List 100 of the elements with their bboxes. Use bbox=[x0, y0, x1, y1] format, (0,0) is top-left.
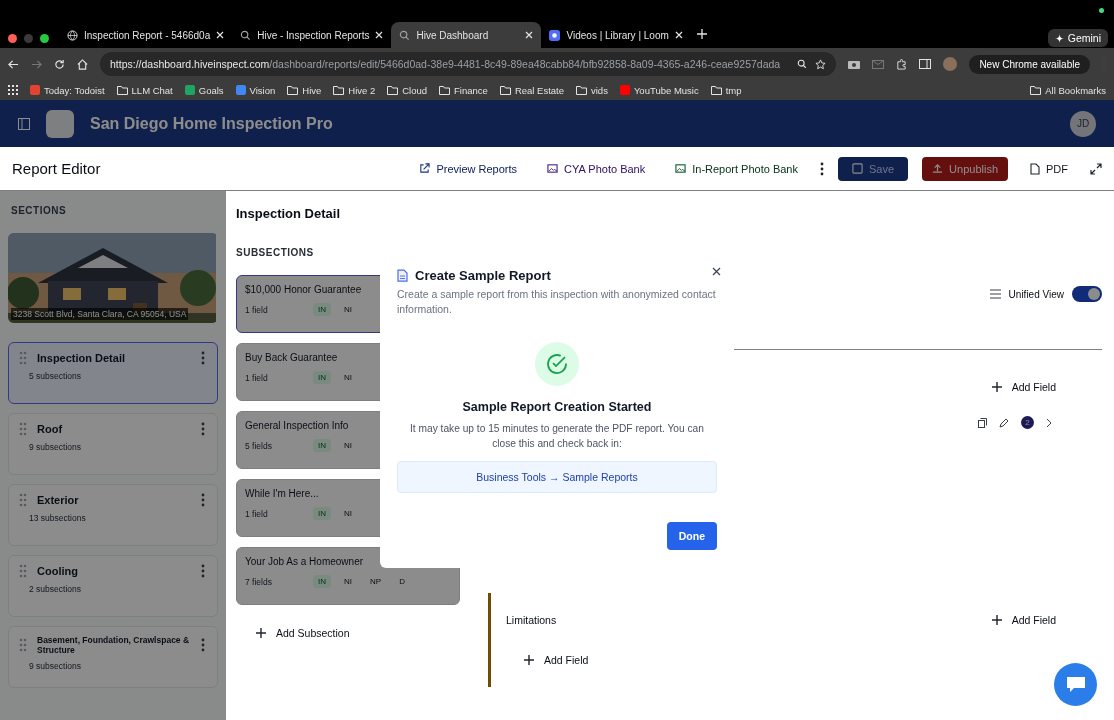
section-card[interactable]: Basement, Foundation, Crawlspace & Structure 9 subsections bbox=[8, 626, 218, 688]
rating-option[interactable]: NI bbox=[339, 371, 357, 384]
add-field-button[interactable]: Add Field bbox=[518, 653, 595, 667]
rating-option[interactable]: IN bbox=[313, 575, 331, 588]
copy-icon[interactable] bbox=[978, 417, 987, 428]
section-card[interactable]: Roof 9 subsections bbox=[8, 413, 218, 475]
home-icon[interactable] bbox=[77, 58, 88, 70]
drag-handle-icon[interactable] bbox=[19, 564, 27, 578]
rating-option[interactable]: IN bbox=[313, 371, 331, 384]
window-close-button[interactable] bbox=[8, 33, 17, 43]
view-toggle[interactable] bbox=[1072, 286, 1102, 302]
plus-icon bbox=[256, 628, 266, 638]
add-field-button[interactable]: Add Field bbox=[985, 380, 1062, 394]
rating-option[interactable]: NI bbox=[339, 507, 357, 520]
bookmark[interactable]: Cloud bbox=[387, 84, 428, 96]
rating-option[interactable]: IN bbox=[313, 303, 331, 316]
logo-icon bbox=[46, 109, 74, 138]
bookmark[interactable]: tmp bbox=[710, 84, 742, 96]
browser-tab[interactable]: Inspection Report - 5466d0a bbox=[59, 22, 233, 48]
bookmark[interactable]: Today: Todoist bbox=[30, 84, 105, 96]
close-icon[interactable] bbox=[675, 31, 684, 39]
reload-icon[interactable] bbox=[54, 58, 65, 70]
camera-icon[interactable] bbox=[848, 59, 861, 69]
browser-tab[interactable]: Hive Dashboard bbox=[391, 22, 542, 48]
toolbar-button[interactable]: CYA Photo Bank bbox=[539, 156, 654, 181]
zoom-icon[interactable] bbox=[797, 59, 808, 69]
section-card[interactable]: Exterior 13 subsections bbox=[8, 484, 218, 546]
list-icon bbox=[989, 289, 1001, 299]
browser-tab[interactable]: Hive - Inspection Reports bbox=[232, 22, 392, 48]
add-field-button[interactable]: Add Field bbox=[985, 613, 1062, 627]
mail-icon[interactable] bbox=[872, 59, 885, 69]
gemini-button[interactable]: Gemini bbox=[1047, 29, 1108, 47]
bookmark[interactable]: Vision bbox=[235, 84, 276, 96]
done-button[interactable]: Done bbox=[666, 521, 717, 550]
drag-handle-icon[interactable] bbox=[19, 493, 27, 507]
toolbar-button[interactable]: PDF bbox=[1022, 156, 1076, 181]
apps-icon[interactable] bbox=[8, 85, 18, 95]
bookmark[interactable]: Hive bbox=[287, 84, 322, 96]
folder-icon bbox=[116, 85, 128, 95]
forward-icon[interactable] bbox=[31, 58, 42, 70]
bookmark[interactable]: Goals bbox=[184, 84, 224, 96]
navigation-path: Business Tools → Sample Reports bbox=[397, 460, 717, 493]
status-title: Sample Report Creation Started bbox=[461, 400, 653, 415]
unpublish-button[interactable]: Unpublish bbox=[922, 156, 1008, 181]
close-icon[interactable] bbox=[375, 31, 384, 39]
drag-handle-icon[interactable] bbox=[19, 638, 27, 652]
rating-option[interactable]: D bbox=[394, 575, 410, 588]
expand-icon[interactable] bbox=[1090, 162, 1102, 175]
sidebar-icon[interactable] bbox=[919, 59, 932, 69]
document-icon bbox=[1030, 162, 1040, 175]
new-tab-icon[interactable] bbox=[697, 29, 708, 39]
bookmark[interactable]: Hive 2 bbox=[333, 84, 376, 96]
section-card[interactable]: Inspection Detail 5 subsections bbox=[8, 342, 218, 404]
section-name: Exterior bbox=[37, 494, 80, 506]
bookmark[interactable]: All Bookmarks bbox=[1030, 84, 1106, 96]
bookmark[interactable]: YouTube Music bbox=[619, 84, 699, 96]
back-icon[interactable] bbox=[8, 58, 19, 70]
browser-tab[interactable]: Videos | Library | Loom bbox=[541, 22, 692, 48]
more-icon[interactable] bbox=[820, 161, 824, 176]
star-icon[interactable] bbox=[815, 58, 827, 70]
close-icon[interactable] bbox=[525, 31, 534, 39]
bookmark[interactable]: LLM Chat bbox=[116, 84, 173, 96]
rating-option[interactable]: IN bbox=[313, 439, 331, 452]
folder-icon bbox=[387, 85, 399, 95]
subsection-count: 2 subsections bbox=[28, 584, 82, 594]
section-card[interactable]: Cooling 2 subsections bbox=[8, 555, 218, 617]
drag-handle-icon[interactable] bbox=[19, 422, 27, 436]
chat-button[interactable] bbox=[1054, 663, 1097, 706]
puzzle-icon[interactable] bbox=[896, 58, 908, 70]
toolbar-button[interactable]: Preview Reports bbox=[411, 156, 526, 181]
rating-option[interactable]: NI bbox=[339, 439, 357, 452]
app-icon bbox=[549, 29, 561, 41]
rating-option[interactable]: NP bbox=[365, 575, 387, 588]
rating-option[interactable]: NI bbox=[339, 575, 357, 588]
pencil-icon[interactable] bbox=[999, 417, 1009, 428]
bookmark[interactable]: Real Estate bbox=[499, 84, 564, 96]
rating-option[interactable]: NI bbox=[339, 303, 357, 316]
drag-handle-icon[interactable] bbox=[19, 351, 27, 365]
subsection-count: 9 subsections bbox=[28, 661, 82, 671]
address-bar[interactable]: https://dashboard.hiveinspect.com/dashboard/reports/edit/5466d0ad-38e9-4481-8c49-89ea48cabb84/bfb92858-8a09-4365-a246-ceae9257dada bbox=[100, 52, 837, 76]
document-icon bbox=[397, 269, 408, 283]
subsection-count: 5 subsections bbox=[28, 371, 82, 381]
image-icon bbox=[547, 163, 559, 174]
add-subsection-button[interactable]: Add Subsection bbox=[236, 615, 460, 651]
update-button[interactable]: New Chrome available bbox=[969, 54, 1090, 74]
rating-option[interactable]: IN bbox=[313, 507, 331, 520]
close-icon[interactable] bbox=[216, 31, 225, 39]
sidebar-toggle-icon[interactable] bbox=[18, 117, 30, 130]
toolbar-button[interactable]: In-Report Photo Bank bbox=[667, 156, 806, 181]
folder-icon bbox=[710, 85, 722, 95]
window-zoom-button[interactable] bbox=[40, 33, 49, 43]
subsection-name: Buy Back Guarantee bbox=[245, 352, 338, 363]
chevron-right-icon[interactable] bbox=[1046, 417, 1052, 428]
comment-count: 2 bbox=[1021, 416, 1034, 429]
limitations-label: Limitations bbox=[506, 614, 558, 626]
bookmark[interactable]: vids bbox=[576, 84, 608, 96]
section-name: Cooling bbox=[37, 565, 79, 577]
subsection-count: 13 subsections bbox=[28, 513, 87, 523]
field-count: 1 field bbox=[245, 304, 269, 315]
bookmark[interactable]: Finance bbox=[439, 84, 488, 96]
